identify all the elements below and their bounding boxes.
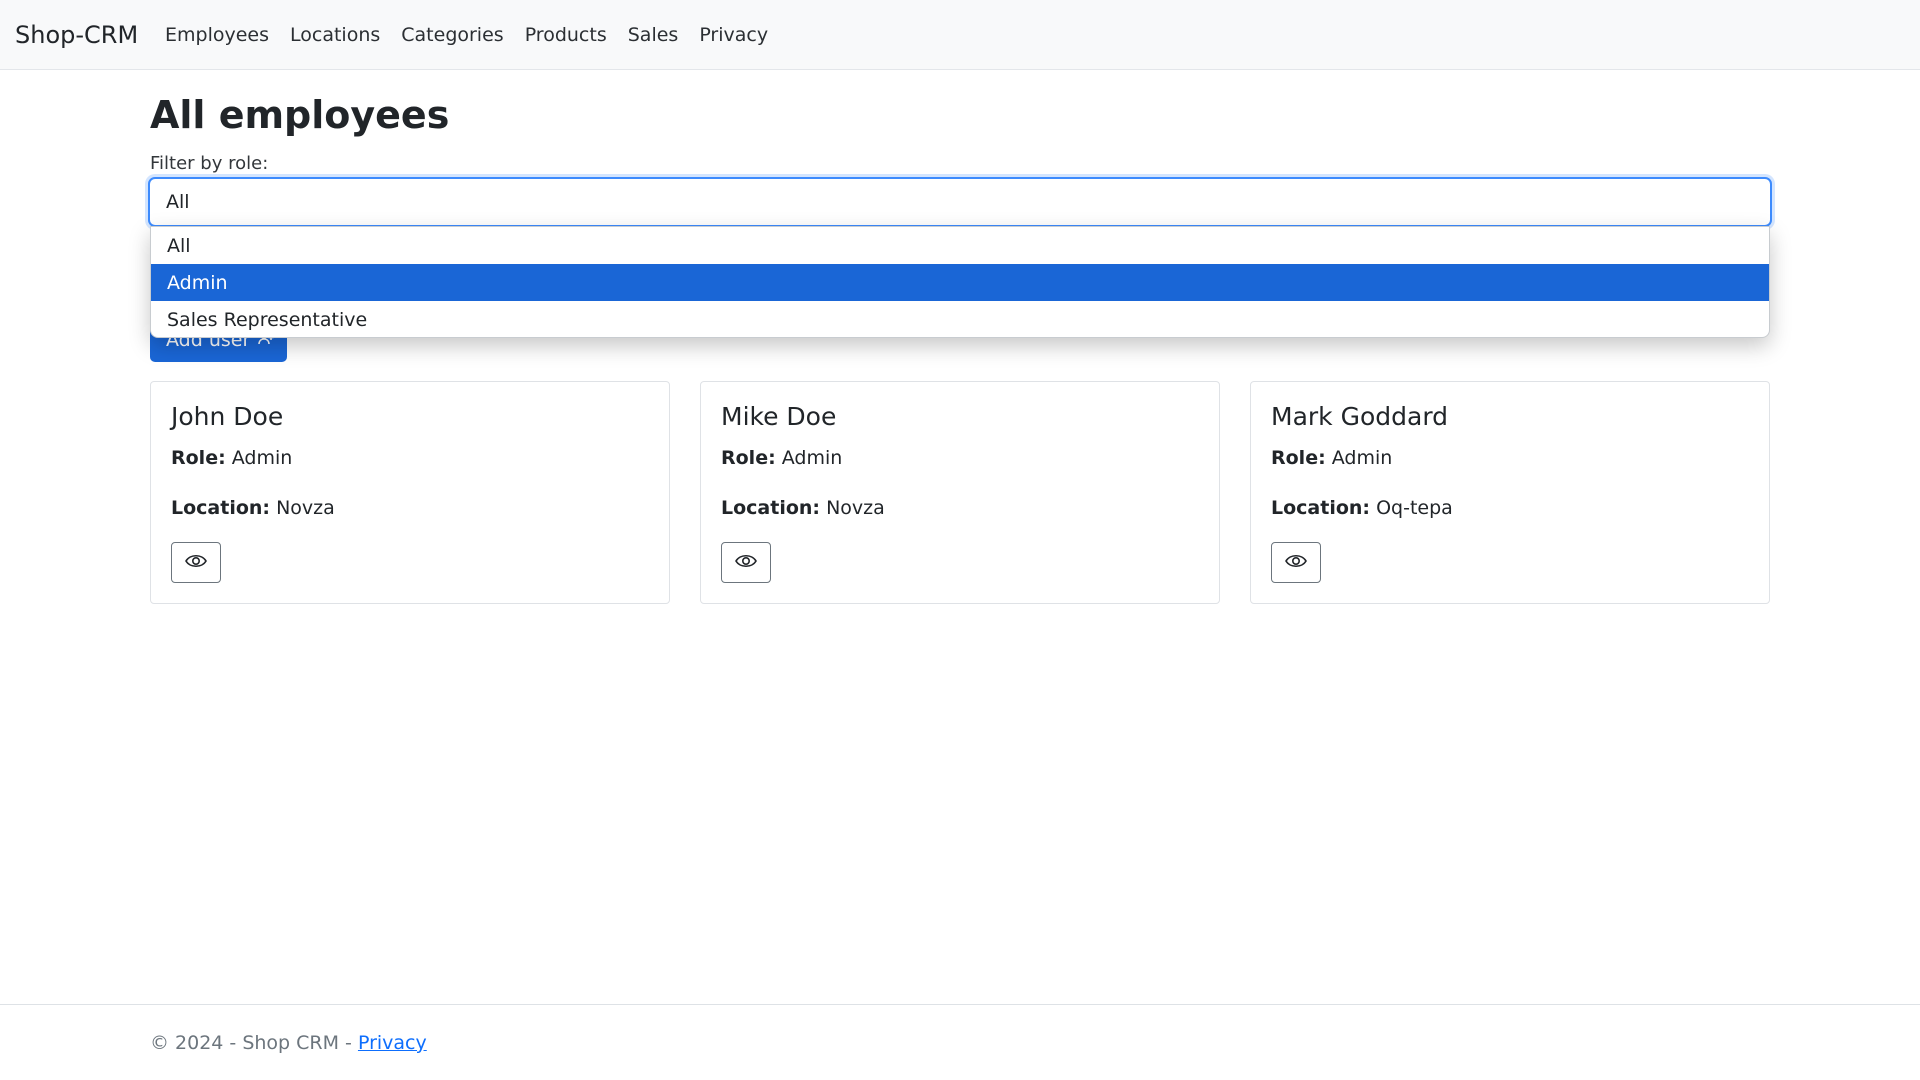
employee-role: Role: Admin xyxy=(171,447,292,469)
filter-label: Filter by role: xyxy=(150,153,269,174)
nav-categories[interactable]: Categories xyxy=(401,24,503,46)
employee-card: Mike Doe Role: Admin Location: Novza xyxy=(700,381,1220,604)
role-filter-select[interactable]: All xyxy=(148,177,1772,227)
footer-text: © 2024 - Shop CRM - xyxy=(150,1032,358,1054)
employee-location: Location: Novza xyxy=(171,497,335,519)
nav-employees[interactable]: Employees xyxy=(165,24,269,46)
role-label: Role: xyxy=(721,447,776,469)
employee-location: Location: Oq-tepa xyxy=(1271,497,1453,519)
employee-name: Mark Goddard xyxy=(1271,402,1449,431)
page-title: All employees xyxy=(150,93,450,137)
location-value: Novza xyxy=(276,497,335,519)
view-employee-button[interactable] xyxy=(171,542,221,583)
employee-role: Role: Admin xyxy=(721,447,842,469)
location-value: Oq-tepa xyxy=(1376,497,1453,519)
brand-link[interactable]: Shop-CRM xyxy=(15,21,138,49)
role-value: Admin xyxy=(781,447,843,469)
role-dropdown-list: All Admin Sales Representative xyxy=(150,226,1770,338)
role-value: Admin xyxy=(1331,447,1393,469)
view-employee-button[interactable] xyxy=(721,542,771,583)
nav-links: Employees Locations Categories Products … xyxy=(165,24,789,46)
option-admin[interactable]: Admin xyxy=(151,264,1769,301)
nav-privacy[interactable]: Privacy xyxy=(699,24,768,46)
nav-sales[interactable]: Sales xyxy=(628,24,679,46)
option-sales-representative[interactable]: Sales Representative xyxy=(151,301,1769,337)
footer-privacy-link[interactable]: Privacy xyxy=(358,1032,427,1054)
employee-location: Location: Novza xyxy=(721,497,885,519)
footer-divider xyxy=(0,1004,1920,1005)
role-filter-value: All xyxy=(166,191,190,213)
employee-card: Mark Goddard Role: Admin Location: Oq-te… xyxy=(1250,381,1770,604)
location-label: Location: xyxy=(721,497,821,519)
view-employee-button[interactable] xyxy=(1271,542,1321,583)
role-label: Role: xyxy=(171,447,226,469)
nav-products[interactable]: Products xyxy=(525,24,607,46)
nav-locations[interactable]: Locations xyxy=(290,24,380,46)
location-label: Location: xyxy=(1271,497,1371,519)
option-all[interactable]: All xyxy=(151,227,1769,264)
eye-icon xyxy=(735,553,757,573)
navbar: Shop-CRM Employees Locations Categories … xyxy=(0,0,1920,70)
location-label: Location: xyxy=(171,497,271,519)
eye-icon xyxy=(185,553,207,573)
employee-role: Role: Admin xyxy=(1271,447,1392,469)
employee-card: John Doe Role: Admin Location: Novza xyxy=(150,381,670,604)
eye-icon xyxy=(1285,553,1307,573)
employee-name: John Doe xyxy=(171,402,284,431)
location-value: Novza xyxy=(826,497,885,519)
employee-name: Mike Doe xyxy=(721,402,837,431)
footer: © 2024 - Shop CRM - Privacy xyxy=(150,1032,427,1054)
role-value: Admin xyxy=(231,447,293,469)
role-label: Role: xyxy=(1271,447,1326,469)
